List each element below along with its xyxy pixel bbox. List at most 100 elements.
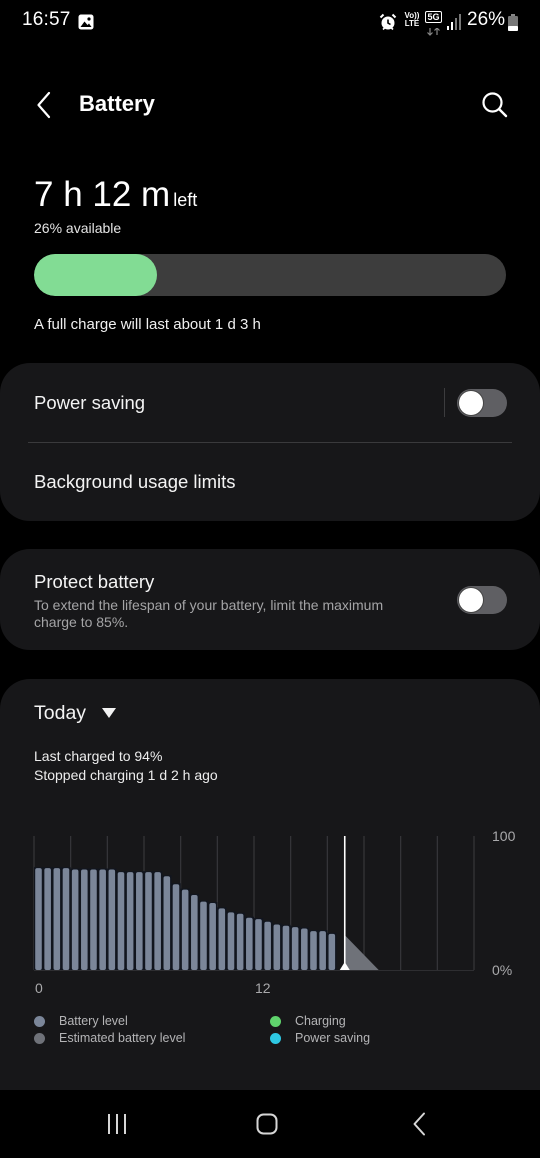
battery-level-bar	[246, 917, 253, 970]
volte-icon: Vo)) LTE	[403, 12, 421, 28]
legend-item: Estimated battery level	[34, 1031, 185, 1045]
legend-item: Power saving	[270, 1031, 370, 1045]
battery-level-bar	[53, 868, 61, 970]
caret-down-icon	[102, 708, 117, 718]
home-button[interactable]	[237, 1102, 297, 1146]
battery-level-bar	[200, 901, 207, 970]
legend-dot-icon	[34, 1015, 45, 1027]
recents-button[interactable]	[87, 1102, 147, 1146]
battery-level-bar	[35, 868, 42, 970]
chevron-left-icon	[37, 91, 51, 119]
battery-level-bar	[163, 876, 171, 970]
protect-battery-description: To extend the lifespan of your battery, …	[34, 597, 384, 630]
recents-icon	[108, 1114, 126, 1134]
back-icon	[413, 1112, 425, 1136]
battery-level-bar	[172, 884, 180, 970]
battery-level-bar	[117, 872, 125, 970]
battery-level-bar	[264, 921, 271, 970]
battery-icon	[508, 14, 518, 31]
battery-level-bar	[282, 925, 290, 970]
battery-level-bar	[328, 933, 336, 970]
signal-icon	[447, 14, 461, 30]
stopped-charging-text: Stopped charging 1 d 2 h ago	[34, 767, 218, 783]
time-remaining: 7 h 12 m left	[34, 175, 197, 215]
battery-level-bar	[44, 868, 51, 970]
gallery-icon	[78, 14, 94, 30]
battery-level-bar	[71, 869, 79, 970]
toggle-knob	[459, 391, 483, 415]
search-icon	[482, 92, 508, 118]
battery-level-bar	[99, 869, 106, 970]
protect-battery-toggle[interactable]	[457, 586, 507, 614]
battery-level-bar	[81, 869, 88, 970]
period-dropdown[interactable]: Today	[26, 697, 124, 729]
x-tick-label: 12	[255, 980, 271, 996]
period-label: Today	[34, 701, 87, 724]
estimated-battery-area	[344, 935, 379, 970]
legend-item: Charging	[270, 1014, 346, 1028]
battery-level-bar	[310, 931, 317, 970]
battery-level-bar	[227, 912, 235, 970]
battery-level-bar	[181, 889, 189, 970]
legend-label: Estimated battery level	[59, 1031, 186, 1045]
background-usage-limits-label: Background usage limits	[34, 471, 236, 492]
power-settings-card: Power saving Background usage limits	[0, 363, 540, 521]
status-time: 16:57	[22, 9, 71, 30]
5g-icon: 5G	[425, 11, 442, 36]
battery-level-bar	[90, 869, 97, 970]
data-arrows-icon	[427, 27, 440, 36]
battery-level-bar	[126, 872, 134, 970]
background-usage-limits-row[interactable]: Background usage limits	[0, 443, 540, 521]
battery-level-bar	[191, 894, 198, 970]
protect-battery-label: Protect battery	[34, 571, 155, 592]
time-remaining-suffix: left	[173, 190, 198, 210]
volte-bottom-label: LTE	[404, 19, 420, 28]
battery-level-bar	[301, 928, 308, 970]
legend-dot-icon	[270, 1032, 281, 1044]
nav-back-button[interactable]	[389, 1102, 449, 1146]
battery-usage-chart[interactable]: 0 12 100 0%	[0, 820, 540, 1010]
page-title: Battery	[79, 91, 155, 116]
home-icon	[256, 1113, 278, 1135]
battery-level-bar	[209, 903, 216, 970]
battery-level-bar	[145, 872, 152, 970]
alarm-icon	[379, 13, 397, 31]
battery-level-bar	[291, 927, 299, 970]
battery-level-bar	[255, 919, 262, 970]
y-tick-label: 0%	[492, 962, 512, 978]
y-tick-label: 100	[492, 828, 516, 844]
time-remaining-value: 7 h 12 m	[34, 175, 171, 214]
legend-dot-icon	[270, 1015, 281, 1027]
power-saving-toggle[interactable]	[457, 389, 507, 417]
protect-battery-card[interactable]: Protect battery To extend the lifespan o…	[0, 549, 540, 650]
battery-level-bar	[218, 908, 226, 970]
status-battery-percent: 26%	[467, 9, 506, 30]
legend-item: Battery level	[34, 1014, 128, 1028]
battery-level-bar	[236, 913, 244, 970]
chart-legend: Battery level Estimated battery level Char…	[0, 1012, 540, 1052]
battery-level-bar	[136, 872, 143, 970]
vertical-divider	[444, 388, 445, 417]
legend-label: Power saving	[295, 1031, 371, 1045]
legend-dot-icon	[34, 1032, 45, 1044]
battery-level-bar	[154, 872, 161, 970]
last-charged-text: Last charged to 94%	[34, 748, 163, 764]
network-type-label: 5G	[425, 11, 442, 23]
navigation-bar	[0, 1090, 540, 1158]
legend-label: Charging	[295, 1014, 346, 1028]
toggle-knob	[459, 588, 483, 612]
battery-level-bar	[108, 869, 116, 970]
battery-level-bar	[62, 868, 70, 970]
search-button[interactable]	[478, 88, 511, 121]
power-saving-label: Power saving	[34, 392, 146, 413]
legend-label: Battery level	[59, 1014, 128, 1028]
battery-level-fill	[34, 254, 157, 296]
battery-level-bar	[273, 924, 281, 970]
battery-level-bar	[319, 931, 326, 970]
available-percent: 26% available	[34, 220, 122, 236]
back-button[interactable]	[30, 88, 58, 122]
full-charge-estimate: A full charge will last about 1 d 3 h	[34, 316, 261, 333]
power-saving-row[interactable]: Power saving	[0, 363, 540, 442]
x-tick-label: 0	[35, 980, 43, 996]
battery-level-bar	[34, 254, 506, 296]
